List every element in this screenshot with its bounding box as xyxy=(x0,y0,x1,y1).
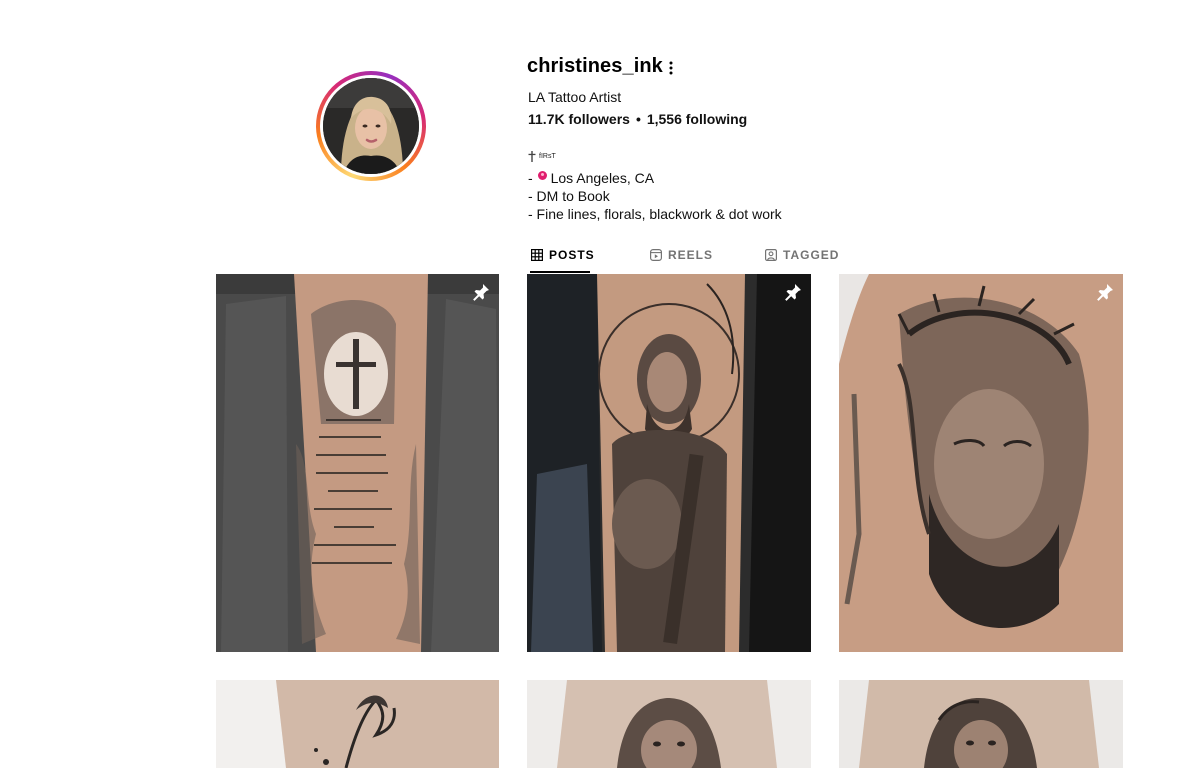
avatar-photo xyxy=(323,78,419,174)
tattoo-image xyxy=(527,680,811,768)
tab-reels[interactable]: REELS xyxy=(650,236,713,274)
bio-location-line: - Los Angeles, CA xyxy=(528,170,655,186)
profile-display-name: LA Tattoo Artist xyxy=(528,89,622,105)
bio-booking-line: - DM to Book xyxy=(528,188,610,204)
tagged-icon xyxy=(765,249,777,261)
location-pin-icon xyxy=(537,171,547,180)
tab-reels-label: REELS xyxy=(668,248,714,262)
stats-separator: • xyxy=(635,111,641,127)
profile-avatar[interactable] xyxy=(316,71,426,181)
followers-link[interactable]: 11.7K followers xyxy=(528,111,630,127)
bio-styles-line: - Fine lines, florals, blackwork & dot w… xyxy=(528,206,782,222)
bio-location-text: Los Angeles, CA xyxy=(550,170,655,186)
active-tab-indicator xyxy=(530,271,590,273)
post-scripture-cross-forearm[interactable] xyxy=(216,274,499,652)
pinned-post-icon xyxy=(785,284,801,301)
bio-tag-text: fIRsT xyxy=(539,153,556,160)
tattoo-image xyxy=(527,274,811,652)
following-link[interactable]: 1,556 following xyxy=(647,111,747,127)
post-saint-jude-forearm[interactable] xyxy=(527,274,811,652)
tattoo-image xyxy=(839,274,1123,652)
tattoo-image xyxy=(216,680,499,768)
tab-tagged[interactable]: TAGGED xyxy=(765,236,839,274)
tab-posts-label: POSTS xyxy=(549,248,595,262)
pinned-post-icon xyxy=(473,284,489,301)
profile-username: christines_ink xyxy=(527,55,663,77)
profile-page: christines_ink LA Tattoo Artist 11.7K fo… xyxy=(0,0,1200,768)
post-lion-dotwork-1[interactable] xyxy=(527,680,811,768)
tattoo-image xyxy=(839,680,1123,768)
bio-tag-line: fIRsT xyxy=(528,151,556,162)
post-mermaid-tail[interactable] xyxy=(216,680,499,768)
tab-tagged-label: TAGGED xyxy=(783,248,840,262)
cross-icon xyxy=(528,151,536,162)
post-jesus-crown-of-thorns[interactable] xyxy=(839,274,1123,652)
profile-stats: 11.7K followers • 1,556 following xyxy=(528,111,747,127)
more-options-icon[interactable] xyxy=(662,58,680,78)
grid-icon xyxy=(531,249,543,261)
pinned-post-icon xyxy=(1097,284,1113,301)
profile-tabs: POSTS REELS TAGGED xyxy=(216,236,1123,274)
tattoo-image xyxy=(216,274,499,652)
post-lion-dotwork-2[interactable] xyxy=(839,680,1123,768)
reels-icon xyxy=(650,249,662,261)
tab-posts[interactable]: POSTS xyxy=(531,236,595,274)
profile-bio: - Los Angeles, CA - DM to Book - Fine li… xyxy=(528,169,782,223)
